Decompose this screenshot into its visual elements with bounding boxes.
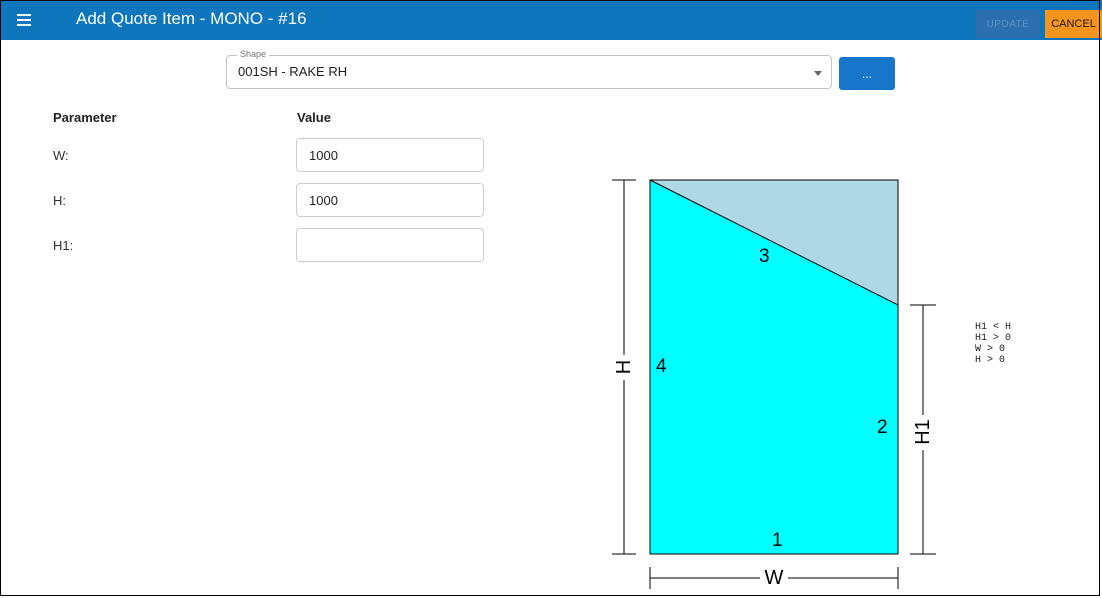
- dropdown-caret-icon[interactable]: [814, 71, 822, 76]
- hamburger-menu-icon[interactable]: [12, 8, 36, 32]
- parameter-column-header: Parameter: [53, 110, 117, 125]
- param-label-h1: H1:: [53, 238, 74, 253]
- constraint-4: H > 0: [975, 355, 1005, 366]
- param-label-h: H:: [53, 193, 66, 208]
- w-field[interactable]: [296, 138, 484, 172]
- value-column-header: Value: [297, 110, 331, 125]
- constraint-2: H1 > 0: [975, 333, 1011, 344]
- h1-dimension-label: H1: [912, 419, 934, 445]
- h-field[interactable]: [296, 183, 484, 217]
- w-dimension-label: W: [765, 567, 784, 589]
- shape-browse-button[interactable]: ...: [839, 57, 895, 90]
- h1-field[interactable]: [296, 228, 484, 262]
- constraints-list: H1 < H H1 > 0 W > 0 H > 0: [975, 322, 1011, 366]
- shape-diagram: 1 2 3 4 H H1 W H1 < H H1 > 0 W > 0 H > 0: [612, 179, 1011, 589]
- cancel-button[interactable]: CANCEL: [1045, 10, 1102, 38]
- shape-value: 001SH - RAKE RH: [238, 64, 348, 79]
- param-label-w: W:: [53, 148, 69, 163]
- h-dimension-label: H: [613, 360, 635, 374]
- side-label-4: 4: [656, 356, 667, 377]
- side-label-2: 2: [877, 417, 888, 438]
- update-button[interactable]: UPDATE: [976, 10, 1040, 38]
- app-bar: Add Quote Item - MONO - #16 UPDATE CANCE…: [0, 0, 1102, 40]
- constraint-1: H1 < H: [975, 322, 1011, 333]
- side-label-3: 3: [759, 246, 770, 267]
- page-title: Add Quote Item - MONO - #16: [76, 9, 307, 28]
- shape-select[interactable]: Shape 001SH - RAKE RH: [226, 49, 832, 89]
- constraint-3: W > 0: [975, 344, 1005, 355]
- side-label-1: 1: [772, 530, 783, 551]
- shape-label: Shape: [237, 49, 270, 59]
